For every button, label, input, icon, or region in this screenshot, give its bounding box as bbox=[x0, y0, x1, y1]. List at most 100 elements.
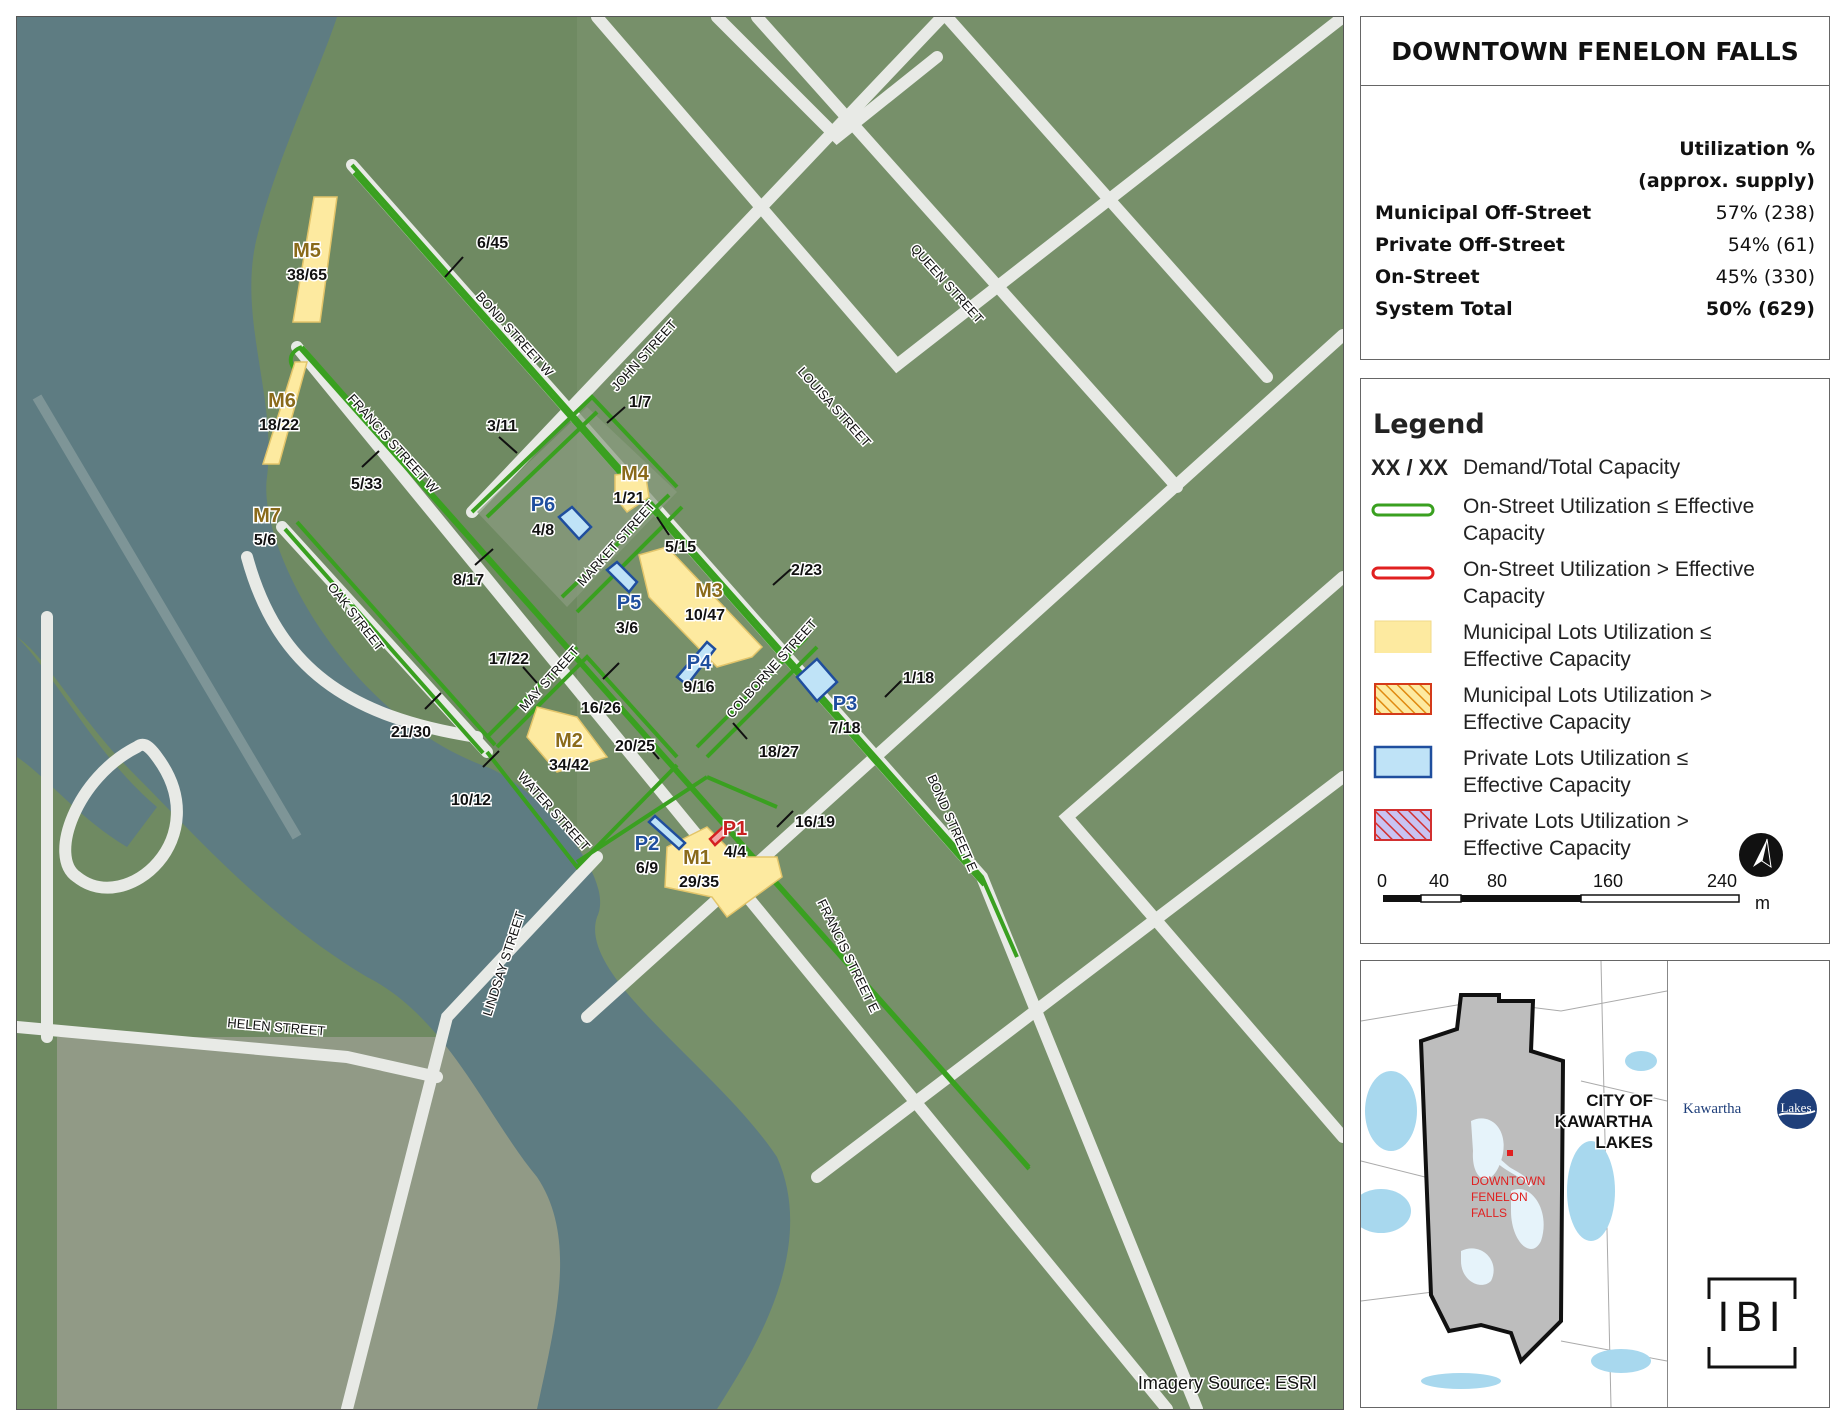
inset-map-canvas: CITY OF KAWARTHA LAKES DOWNTOWN FENELON … bbox=[1361, 961, 1667, 1407]
utilization-label: System Total bbox=[1375, 298, 1513, 320]
main-map[interactable]: BOND STREET W JOHN STREET QUEEN STREET L… bbox=[16, 16, 1344, 1410]
utilization-row: On-Street 45% (330) bbox=[1375, 261, 1815, 293]
segment-count: 5/15 bbox=[665, 539, 696, 556]
scale-segment bbox=[1420, 894, 1462, 903]
utilization-row-total: System Total 50% (629) bbox=[1375, 293, 1815, 325]
scale-unit: m bbox=[1755, 893, 1770, 913]
yellow-fill-icon bbox=[1374, 620, 1432, 653]
legend-line: Effective Capacity bbox=[1463, 774, 1631, 797]
lot-value-M2: 34/42 bbox=[549, 757, 589, 774]
kawartha-lakes-logo: Kawartha Lakes bbox=[1683, 1089, 1817, 1129]
ibi-logo: IBI bbox=[1707, 1277, 1797, 1369]
inset-city-line: CITY OF bbox=[1586, 1091, 1653, 1110]
legend-line: Effective Capacity bbox=[1463, 837, 1631, 860]
lot-label-M2: M2 bbox=[555, 730, 583, 752]
lot-label-P1: P1 bbox=[723, 818, 747, 840]
inset-lake bbox=[1591, 1349, 1651, 1373]
segment-count: 10/12 bbox=[451, 792, 491, 809]
fenelon-falls-marker bbox=[1507, 1150, 1513, 1156]
red-line-icon bbox=[1371, 566, 1435, 580]
utilization-header: Utilization % bbox=[1679, 138, 1815, 160]
lot-value-P5: 3/6 bbox=[616, 620, 638, 637]
scale-segment bbox=[1461, 895, 1581, 902]
green-line-icon bbox=[1371, 503, 1435, 517]
inset-city-line: KAWARTHA bbox=[1555, 1112, 1653, 1131]
logo-circle-text: Lakes bbox=[1780, 1100, 1811, 1115]
scale-segment bbox=[1383, 895, 1421, 902]
utilization-subheader: (approx. supply) bbox=[1638, 170, 1815, 192]
segment-count: 1/18 bbox=[903, 670, 934, 687]
legend-line: Private Lots Utilization ≤ bbox=[1463, 747, 1689, 770]
segment-count: 18/27 bbox=[759, 744, 799, 761]
inset-town-line: FENELON bbox=[1471, 1190, 1528, 1204]
inset-town-line: DOWNTOWN bbox=[1471, 1174, 1545, 1188]
segment-count: 2/23 bbox=[791, 562, 822, 579]
lot-value-M5: 38/65 bbox=[287, 267, 327, 284]
inset-lake bbox=[1567, 1141, 1615, 1241]
segment-count: 6/45 bbox=[477, 235, 508, 252]
segment-count: 8/17 bbox=[453, 572, 484, 589]
utilization-value: 57% (238) bbox=[1715, 202, 1815, 224]
lot-label-M3: M3 bbox=[695, 580, 723, 602]
lot-value-P1: 4/4 bbox=[724, 844, 746, 861]
imagery-source: Imagery Source: ESRI bbox=[1138, 1373, 1317, 1393]
legend-panel: Legend XX / XX Demand/Total Capacity On-… bbox=[1360, 378, 1830, 944]
legend-xx-symbol: XX / XX bbox=[1371, 455, 1449, 480]
lot-label-M5: M5 bbox=[293, 240, 321, 262]
legend-item-label: Private Lots Utilization ≤ Effective Capa… bbox=[1463, 745, 1688, 799]
lot-label-M4: M4 bbox=[621, 463, 650, 485]
scale-tick-label: 240 bbox=[1707, 871, 1737, 891]
blue-fill-icon bbox=[1373, 745, 1433, 779]
lot-value-P3: 7/18 bbox=[829, 720, 860, 737]
scale-bar: 0 40 80 160 240 m bbox=[1377, 871, 1770, 913]
utilization-row: Private Off-Street 54% (61) bbox=[1375, 229, 1815, 261]
legend-line: On-Street Utilization > Effective bbox=[1463, 558, 1755, 581]
legend-line: Municipal Lots Utilization ≤ bbox=[1463, 621, 1712, 644]
lot-value-M1: 29/35 bbox=[679, 874, 719, 891]
utilization-value: 54% (61) bbox=[1727, 234, 1815, 256]
lot-value-M3: 10/47 bbox=[685, 607, 725, 624]
utilization-value: 50% (629) bbox=[1705, 298, 1815, 320]
legend-line: Effective Capacity bbox=[1463, 648, 1631, 671]
scale-segment bbox=[1580, 894, 1740, 903]
legend-line: Capacity bbox=[1463, 585, 1545, 608]
red-hatch-icon bbox=[1374, 809, 1432, 841]
map-title: DOWNTOWN FENELON FALLS bbox=[1361, 17, 1829, 86]
lot-label-M6: M6 bbox=[268, 390, 296, 412]
legend-title: Legend bbox=[1373, 409, 1485, 440]
lot-value-M6: 18/22 bbox=[259, 417, 299, 434]
lot-label-P2: P2 bbox=[635, 833, 659, 855]
inset-map: CITY OF KAWARTHA LAKES DOWNTOWN FENELON … bbox=[1361, 961, 1668, 1407]
legend-item-label: Demand/Total Capacity bbox=[1463, 456, 1681, 479]
inset-city-line: LAKES bbox=[1595, 1133, 1653, 1152]
utilization-label: On-Street bbox=[1375, 266, 1480, 288]
lot-value-M7: 5/6 bbox=[254, 532, 276, 549]
legend-line: On-Street Utilization ≤ Effective bbox=[1463, 495, 1755, 518]
lot-label-P3: P3 bbox=[833, 693, 857, 715]
segment-count: 5/33 bbox=[351, 476, 382, 493]
legend-item-label: Municipal Lots Utilization > Effective Ca… bbox=[1463, 682, 1712, 736]
legend-item-label: On-Street Utilization ≤ Effective Capacit… bbox=[1463, 493, 1754, 547]
lot-label-M1: M1 bbox=[683, 847, 711, 869]
segment-count: 20/25 bbox=[615, 738, 655, 755]
map-canvas[interactable]: BOND STREET W JOHN STREET QUEEN STREET L… bbox=[17, 17, 1343, 1409]
lot-value-P2: 6/9 bbox=[636, 860, 658, 877]
lot-value-P6: 4/8 bbox=[532, 522, 554, 539]
inset-lake bbox=[1365, 1071, 1417, 1151]
logo-wordmark: Kawartha bbox=[1683, 1101, 1742, 1117]
legend-line: Effective Capacity bbox=[1463, 711, 1631, 734]
legend-line: Private Lots Utilization > bbox=[1463, 810, 1689, 833]
lot-label-M7: M7 bbox=[253, 505, 281, 527]
utilization-label: Municipal Off-Street bbox=[1375, 202, 1592, 224]
scale-tick-label: 0 bbox=[1377, 871, 1387, 891]
scale-tick-label: 160 bbox=[1593, 871, 1623, 891]
utilization-table: Utilization % (approx. supply) Municipal… bbox=[1375, 133, 1815, 325]
title-panel: DOWNTOWN FENELON FALLS Utilization % (ap… bbox=[1360, 16, 1830, 360]
inset-lake bbox=[1421, 1373, 1501, 1389]
inset-lake bbox=[1625, 1051, 1657, 1071]
legend-item-label: Private Lots Utilization > Effective Capa… bbox=[1463, 808, 1689, 862]
utilization-value: 45% (330) bbox=[1715, 266, 1815, 288]
inset-town-line: FALLS bbox=[1471, 1206, 1507, 1220]
lot-value-M4: 1/21 bbox=[613, 490, 644, 507]
utilization-row: Municipal Off-Street 57% (238) bbox=[1375, 197, 1815, 229]
